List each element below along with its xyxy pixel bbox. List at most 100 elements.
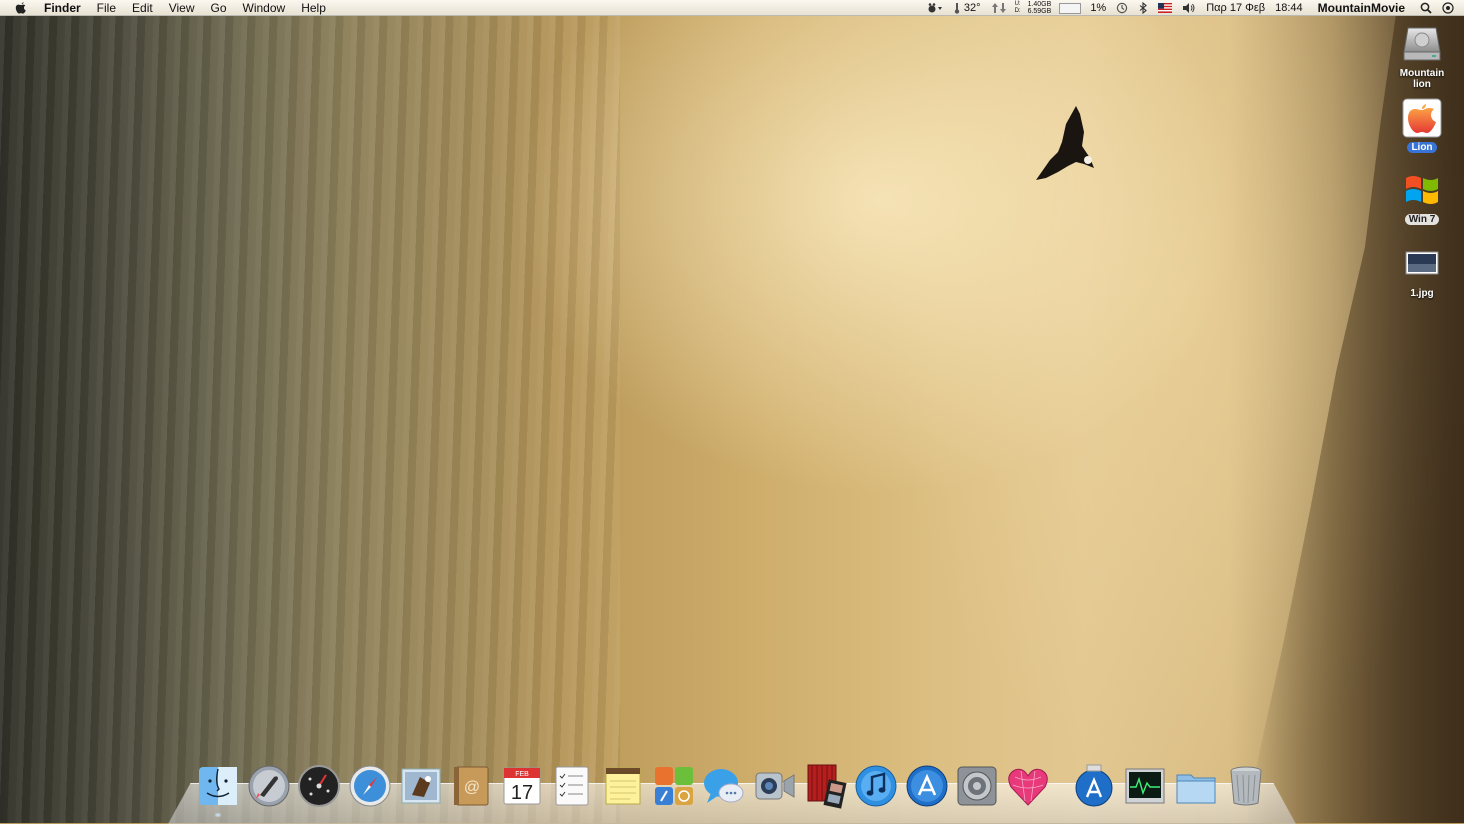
menu-edit[interactable]: Edit bbox=[124, 0, 161, 16]
time-machine-icon bbox=[1117, 2, 1128, 14]
photo-booth-icon bbox=[807, 764, 847, 809]
dashboard-icon bbox=[298, 765, 341, 807]
menu-window[interactable]: Window bbox=[235, 0, 294, 16]
safari-icon bbox=[349, 765, 391, 807]
desktop-icon-lion[interactable]: Lion bbox=[1392, 96, 1452, 153]
bluetooth-icon bbox=[1139, 2, 1148, 14]
growl-status-item[interactable] bbox=[922, 2, 948, 14]
reminders-icon bbox=[555, 766, 589, 806]
network-speed-item[interactable]: U: D: bbox=[1012, 1, 1024, 15]
cpu-percent[interactable]: 1% bbox=[1085, 0, 1111, 16]
desktop-icon-1jpg[interactable]: 1.jpg bbox=[1392, 242, 1452, 299]
calendar-day: 17 bbox=[511, 782, 533, 804]
desktop-icon-label: Win 7 bbox=[1404, 214, 1440, 225]
network-arrows-icon bbox=[991, 3, 1006, 13]
dock-notes[interactable] bbox=[600, 763, 646, 809]
desktop-icon-win7[interactable]: Win 7 bbox=[1392, 168, 1452, 225]
time-machine-item[interactable] bbox=[1111, 2, 1133, 14]
input-source-item[interactable] bbox=[1153, 3, 1177, 13]
dock-mail[interactable] bbox=[398, 763, 444, 809]
windows-drive-icon bbox=[1406, 176, 1438, 204]
menu-view[interactable]: View bbox=[161, 0, 203, 16]
dock-launchpad[interactable] bbox=[246, 763, 292, 809]
address-book-icon: @ bbox=[454, 766, 489, 806]
notes-icon bbox=[605, 767, 641, 805]
notification-item[interactable] bbox=[1437, 2, 1464, 14]
desktop-icon-label: Mountain lion bbox=[1399, 68, 1445, 90]
system-preferences-icon bbox=[957, 766, 997, 806]
dock-app-store[interactable] bbox=[904, 763, 950, 809]
volume-item[interactable] bbox=[1177, 2, 1201, 14]
app-store-icon bbox=[906, 765, 948, 807]
menu-file[interactable]: File bbox=[89, 0, 124, 16]
spotlight-item[interactable] bbox=[1415, 2, 1437, 14]
finder-icon bbox=[199, 767, 238, 805]
dock-finder[interactable] bbox=[195, 763, 241, 817]
dock-facetime[interactable] bbox=[752, 763, 798, 809]
launchpad-icon bbox=[248, 765, 290, 807]
dock-photo-booth[interactable] bbox=[802, 763, 848, 809]
activity-monitor-icon bbox=[1125, 768, 1165, 804]
dock-reminders[interactable] bbox=[549, 763, 595, 809]
apple-menu-icon[interactable] bbox=[14, 1, 28, 15]
dock-calendar[interactable]: FEB 17 bbox=[499, 763, 545, 809]
cpu-graph[interactable] bbox=[1059, 2, 1082, 14]
clock-time[interactable]: 18:44 bbox=[1270, 0, 1308, 16]
net-up-label: U: bbox=[1014, 1, 1021, 7]
dock-grid-app[interactable] bbox=[651, 763, 697, 809]
applications-stack-icon bbox=[1075, 764, 1113, 807]
dock-address-book[interactable]: @ bbox=[448, 763, 494, 809]
trash-icon bbox=[1230, 766, 1262, 806]
dock-documents-folder[interactable] bbox=[1173, 763, 1219, 809]
dock-applications-stack[interactable] bbox=[1071, 763, 1117, 809]
mail-icon bbox=[401, 768, 441, 804]
search-icon bbox=[1420, 2, 1432, 14]
dock-heart-app[interactable] bbox=[1005, 763, 1051, 809]
paw-icon bbox=[928, 3, 942, 13]
eagle-image bbox=[1036, 106, 1094, 180]
net-down-label: D: bbox=[1014, 8, 1021, 14]
desktop-icon-label: 1.jpg bbox=[1410, 288, 1434, 299]
network-arrows-item[interactable] bbox=[986, 2, 1012, 14]
messages-icon bbox=[704, 769, 744, 803]
dock-itunes[interactable] bbox=[853, 763, 899, 809]
bluetooth-item[interactable] bbox=[1133, 2, 1153, 14]
desktop-wallpaper bbox=[0, 0, 1464, 823]
dock: @ FEB 17 bbox=[193, 757, 1271, 817]
memory-used: 1.40GB bbox=[1027, 1, 1052, 8]
waterfall-region bbox=[0, 0, 620, 823]
temperature-status-item[interactable]: 32° bbox=[948, 0, 986, 16]
clock-date[interactable]: Παρ 17 Φεβ bbox=[1201, 0, 1270, 16]
itunes-icon bbox=[855, 765, 897, 807]
memory-free: 6.59GB bbox=[1027, 8, 1052, 15]
menu-app-name[interactable]: Finder bbox=[36, 0, 89, 16]
menu-go[interactable]: Go bbox=[203, 0, 235, 16]
thermometer-icon bbox=[954, 3, 960, 14]
us-flag-icon bbox=[1158, 3, 1173, 13]
fast-user-switch[interactable]: MountainMovie bbox=[1308, 0, 1415, 16]
dock-activity-monitor[interactable] bbox=[1122, 763, 1168, 809]
running-indicator bbox=[215, 813, 222, 817]
heart-app-icon bbox=[1008, 768, 1048, 806]
desktop-icon-mountain-lion[interactable]: Mountain lion bbox=[1392, 22, 1452, 90]
apple-drive-icon bbox=[1402, 98, 1442, 138]
dock-trash[interactable] bbox=[1223, 763, 1269, 809]
dock-messages[interactable] bbox=[701, 763, 747, 809]
notification-center-icon bbox=[1442, 2, 1454, 14]
temperature-value: 32° bbox=[963, 2, 981, 14]
dock-safari[interactable] bbox=[347, 763, 393, 809]
menu-bar: Finder File Edit View Go Window Help 32°… bbox=[0, 0, 1464, 16]
hard-drive-icon bbox=[1403, 27, 1441, 61]
speaker-icon bbox=[1183, 3, 1195, 13]
dock-dashboard[interactable] bbox=[296, 763, 342, 809]
desktop-icon-label: Lion bbox=[1407, 142, 1437, 153]
menu-help[interactable]: Help bbox=[293, 0, 334, 16]
facetime-icon bbox=[755, 772, 795, 800]
documents-folder-icon bbox=[1176, 774, 1216, 804]
calendar-icon: FEB 17 bbox=[503, 767, 541, 805]
memory-status-item[interactable]: 1.40GB 6.59GB bbox=[1024, 1, 1056, 15]
grid-app-icon bbox=[654, 767, 693, 805]
svg-text:@: @ bbox=[464, 779, 480, 796]
dock-system-preferences[interactable] bbox=[954, 763, 1000, 809]
image-file-icon bbox=[1405, 251, 1439, 275]
